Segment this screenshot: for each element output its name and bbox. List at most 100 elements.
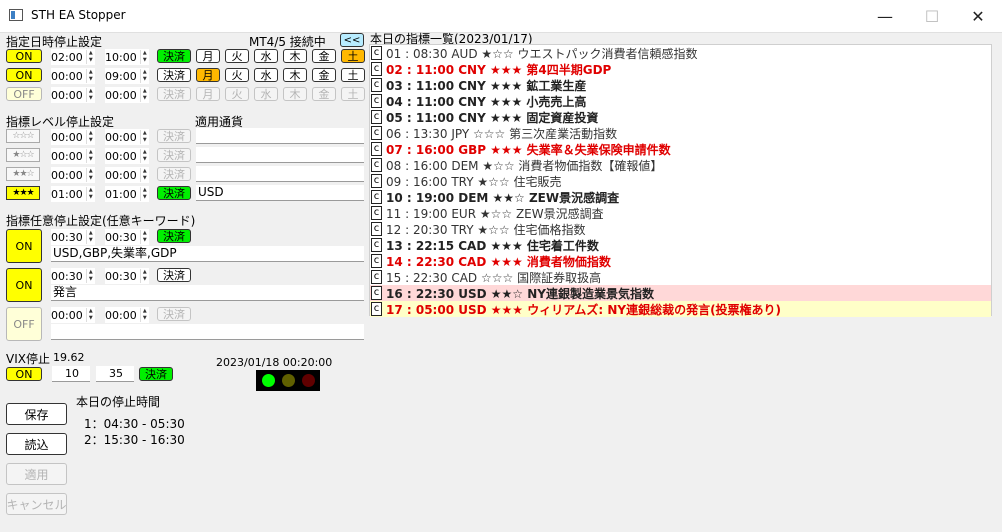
spinner-arrows-icon[interactable]: ▲ ▼: [85, 187, 95, 201]
list-item[interactable]: c 13 : 22:15 CAD ★★★ 住宅着工件数: [370, 237, 991, 253]
schedule-from-time[interactable]: 02:00 ▲ ▼: [51, 49, 95, 65]
keyword-to-time[interactable]: 00:30 ▲ ▼: [105, 268, 149, 284]
keyword-from-time[interactable]: 00:30 ▲ ▼: [51, 229, 95, 245]
star-level-toggle[interactable]: ★★★: [6, 186, 40, 200]
spinner-arrows-icon[interactable]: ▲ ▼: [139, 130, 149, 144]
spinner-arrows-icon[interactable]: ▲ ▼: [139, 230, 149, 244]
check-toggle-button[interactable]: c: [371, 158, 382, 172]
keyword-input[interactable]: 発言: [51, 285, 364, 301]
level-to-time[interactable]: 00:00 ▲ ▼: [105, 167, 149, 183]
check-toggle-button[interactable]: c: [371, 254, 382, 268]
spinner-arrows-icon[interactable]: ▲ ▼: [139, 69, 149, 83]
star-level-toggle[interactable]: ☆☆☆: [6, 129, 40, 143]
day-toggle-button[interactable]: 火: [225, 49, 249, 63]
level-to-time[interactable]: 00:00 ▲ ▼: [105, 148, 149, 164]
spinner-arrows-icon[interactable]: ▲ ▼: [139, 187, 149, 201]
day-toggle-button[interactable]: 月: [196, 87, 220, 101]
spinner-arrows-icon[interactable]: ▲ ▼: [139, 88, 149, 102]
list-item[interactable]: c 02 : 11:00 CNY ★★★ 第4四半期GDP: [370, 61, 991, 77]
keyword-settle-button[interactable]: 決済: [157, 229, 191, 243]
level-from-time[interactable]: 00:00 ▲ ▼: [51, 148, 95, 164]
check-toggle-button[interactable]: c: [371, 302, 382, 316]
currency-input[interactable]: USD: [196, 185, 364, 201]
spinner-arrows-icon[interactable]: ▲ ▼: [139, 168, 149, 182]
keyword-to-time[interactable]: 00:00 ▲ ▼: [105, 307, 149, 323]
day-toggle-button[interactable]: 木: [283, 87, 307, 101]
list-item[interactable]: c 07 : 16:00 GBP ★★★ 失業率＆失業保険申請件数: [370, 141, 991, 157]
day-toggle-button[interactable]: 水: [254, 68, 278, 82]
vix-high-input[interactable]: 35: [96, 366, 134, 382]
list-item[interactable]: c 17 : 05:00 USD ★★★ ウィリアムズ: NY連銀総裁の発言(投票…: [370, 301, 991, 317]
keyword-input[interactable]: [51, 324, 364, 340]
close-button[interactable]: ✕: [955, 0, 1001, 32]
apply-button[interactable]: 適用: [6, 463, 67, 485]
minimize-button[interactable]: —: [862, 0, 908, 32]
list-item[interactable]: c 11 : 19:00 EUR ★☆☆ ZEW景況感調査: [370, 205, 991, 221]
check-toggle-button[interactable]: c: [371, 46, 382, 60]
spinner-arrows-icon[interactable]: ▲ ▼: [139, 269, 149, 283]
schedule-toggle-button[interactable]: ON: [6, 49, 42, 63]
spinner-arrows-icon[interactable]: ▲ ▼: [85, 88, 95, 102]
check-toggle-button[interactable]: c: [371, 126, 382, 140]
schedule-to-time[interactable]: 09:00 ▲ ▼: [105, 68, 149, 84]
schedule-from-time[interactable]: 00:00 ▲ ▼: [51, 87, 95, 103]
spinner-arrows-icon[interactable]: ▲ ▼: [85, 269, 95, 283]
day-toggle-button[interactable]: 火: [225, 87, 249, 101]
list-item[interactable]: c 08 : 16:00 DEM ★☆☆ 消費者物価指数【確報値】: [370, 157, 991, 173]
day-toggle-button[interactable]: 月: [196, 68, 220, 82]
check-toggle-button[interactable]: c: [371, 110, 382, 124]
day-toggle-button[interactable]: 月: [196, 49, 220, 63]
spinner-arrows-icon[interactable]: ▲ ▼: [139, 149, 149, 163]
level-settle-button[interactable]: 決済: [157, 148, 191, 162]
list-item[interactable]: c 05 : 11:00 CNY ★★★ 固定資産投資: [370, 109, 991, 125]
check-toggle-button[interactable]: c: [371, 94, 382, 108]
schedule-from-time[interactable]: 00:00 ▲ ▼: [51, 68, 95, 84]
keyword-settle-button[interactable]: 決済: [157, 307, 191, 321]
vix-low-input[interactable]: 10: [52, 366, 90, 382]
level-settle-button[interactable]: 決済: [157, 129, 191, 143]
keyword-toggle-button[interactable]: OFF: [6, 307, 42, 341]
day-toggle-button[interactable]: 土: [341, 49, 365, 63]
day-toggle-button[interactable]: 火: [225, 68, 249, 82]
level-to-time[interactable]: 00:00 ▲ ▼: [105, 129, 149, 145]
list-item[interactable]: c 16 : 22:30 USD ★★☆ NY連銀製造業景気指数: [370, 285, 991, 301]
day-toggle-button[interactable]: 木: [283, 49, 307, 63]
level-settle-button[interactable]: 決済: [157, 186, 191, 200]
spinner-arrows-icon[interactable]: ▲ ▼: [85, 168, 95, 182]
list-item[interactable]: c 14 : 22:30 CAD ★★★ 消費者物価指数: [370, 253, 991, 269]
check-toggle-button[interactable]: c: [371, 78, 382, 92]
level-settle-button[interactable]: 決済: [157, 167, 191, 181]
spinner-arrows-icon[interactable]: ▲ ▼: [85, 69, 95, 83]
maximize-button[interactable]: ☐: [909, 0, 955, 32]
indicator-list[interactable]: c 01 : 08:30 AUD ★☆☆ ウエストパック消費者信頼感指数 c 02 :…: [369, 44, 992, 317]
star-level-toggle[interactable]: ★★☆: [6, 167, 40, 181]
keyword-settle-button[interactable]: 決済: [157, 268, 191, 282]
currency-input[interactable]: [196, 128, 364, 144]
day-toggle-button[interactable]: 金: [312, 49, 336, 63]
keyword-from-time[interactable]: 00:00 ▲ ▼: [51, 307, 95, 323]
schedule-toggle-button[interactable]: OFF: [6, 87, 42, 101]
list-item[interactable]: c 03 : 11:00 CNY ★★★ 鉱工業生産: [370, 77, 991, 93]
spinner-arrows-icon[interactable]: ▲ ▼: [139, 308, 149, 322]
spinner-arrows-icon[interactable]: ▲ ▼: [85, 149, 95, 163]
day-toggle-button[interactable]: 金: [312, 87, 336, 101]
list-item[interactable]: c 12 : 20:30 TRY ★☆☆ 住宅価格指数: [370, 221, 991, 237]
level-to-time[interactable]: 01:00 ▲ ▼: [105, 186, 149, 202]
keyword-toggle-button[interactable]: ON: [6, 268, 42, 302]
check-toggle-button[interactable]: c: [371, 174, 382, 188]
schedule-to-time[interactable]: 00:00 ▲ ▼: [105, 87, 149, 103]
spinner-arrows-icon[interactable]: ▲ ▼: [85, 130, 95, 144]
check-toggle-button[interactable]: c: [371, 206, 382, 220]
day-toggle-button[interactable]: 水: [254, 87, 278, 101]
check-toggle-button[interactable]: c: [371, 238, 382, 252]
day-toggle-button[interactable]: 土: [341, 87, 365, 101]
schedule-to-time[interactable]: 10:00 ▲ ▼: [105, 49, 149, 65]
spinner-arrows-icon[interactable]: ▲ ▼: [139, 50, 149, 64]
list-item[interactable]: c 06 : 13:30 JPY ☆☆☆ 第三次産業活動指数: [370, 125, 991, 141]
check-toggle-button[interactable]: c: [371, 222, 382, 236]
save-button[interactable]: 保存: [6, 403, 67, 425]
list-item[interactable]: c 01 : 08:30 AUD ★☆☆ ウエストパック消費者信頼感指数: [370, 45, 991, 61]
keyword-to-time[interactable]: 00:30 ▲ ▼: [105, 229, 149, 245]
schedule-settle-button[interactable]: 決済: [157, 87, 191, 101]
level-from-time[interactable]: 01:00 ▲ ▼: [51, 186, 95, 202]
